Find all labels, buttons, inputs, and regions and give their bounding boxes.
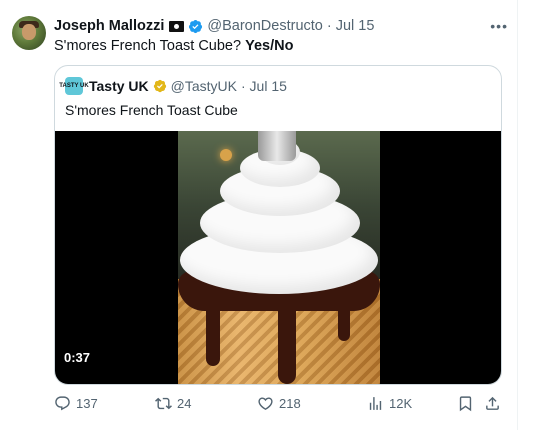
video-player[interactable]: 0:37 — [55, 131, 501, 384]
views-chart-icon — [369, 397, 382, 410]
quoted-author-name[interactable]: Tasty UK — [89, 78, 149, 94]
author-handle[interactable]: @BaronDestructo — [207, 18, 322, 34]
tweet-text: S'mores French Toast Cube? Yes/No — [54, 38, 293, 54]
avatar[interactable] — [12, 16, 46, 50]
views-button[interactable]: 12K — [367, 395, 412, 412]
reply-icon — [55, 396, 70, 411]
like-button[interactable]: 218 — [257, 395, 301, 412]
share-icon — [486, 396, 499, 410]
tweet-date[interactable]: · Jul 15 — [327, 18, 375, 34]
chocolate-drip — [278, 299, 296, 384]
tweet-header: Joseph Mallozzi @BaronDestructo · Jul 15 — [54, 16, 374, 36]
share-button[interactable] — [484, 395, 506, 412]
quoted-tweet-text: S'mores French Toast Cube — [65, 102, 238, 118]
gold-verified-badge-icon — [153, 79, 166, 93]
video-timestamp: 0:37 — [64, 350, 91, 365]
quoted-tweet[interactable]: TASTY UK Tasty UK @TastyUK · Jul 15 S'mo… — [54, 65, 502, 385]
tweet-text-main: S'mores French Toast Cube? — [54, 38, 242, 54]
pirate-flag-icon — [169, 20, 185, 32]
retweet-count: 24 — [177, 396, 192, 411]
verified-badge-icon — [189, 19, 203, 33]
chocolate-drip — [206, 296, 220, 366]
tweet-text-bold: Yes/No — [245, 38, 294, 54]
quoted-tweet-date[interactable]: · Jul 15 — [241, 78, 287, 94]
author-name[interactable]: Joseph Mallozzi — [54, 18, 164, 34]
bookmark-icon — [459, 396, 472, 412]
background-light — [220, 149, 232, 161]
reply-button[interactable]: 137 — [54, 395, 98, 412]
timeline-border — [517, 0, 518, 430]
reply-count: 137 — [76, 396, 98, 411]
avatar-face — [22, 24, 36, 40]
quoted-tweet-header: TASTY UK Tasty UK @TastyUK · Jul 15 — [59, 77, 287, 95]
heart-icon — [258, 397, 273, 410]
more-options-icon[interactable]: ••• — [490, 18, 508, 34]
view-count: 12K — [389, 396, 413, 411]
bookmark-button[interactable] — [457, 395, 479, 412]
retweet-button[interactable]: 24 — [155, 395, 191, 412]
piping-nozzle — [258, 131, 296, 161]
action-bar: 137 24 218 12K — [54, 395, 502, 415]
quoted-avatar[interactable]: TASTY UK — [59, 77, 89, 95]
like-count: 218 — [279, 396, 301, 411]
chocolate-drip — [338, 296, 350, 341]
quoted-author-handle[interactable]: @TastyUK — [171, 78, 237, 94]
retweet-icon — [155, 397, 172, 410]
video-frame — [178, 131, 380, 384]
